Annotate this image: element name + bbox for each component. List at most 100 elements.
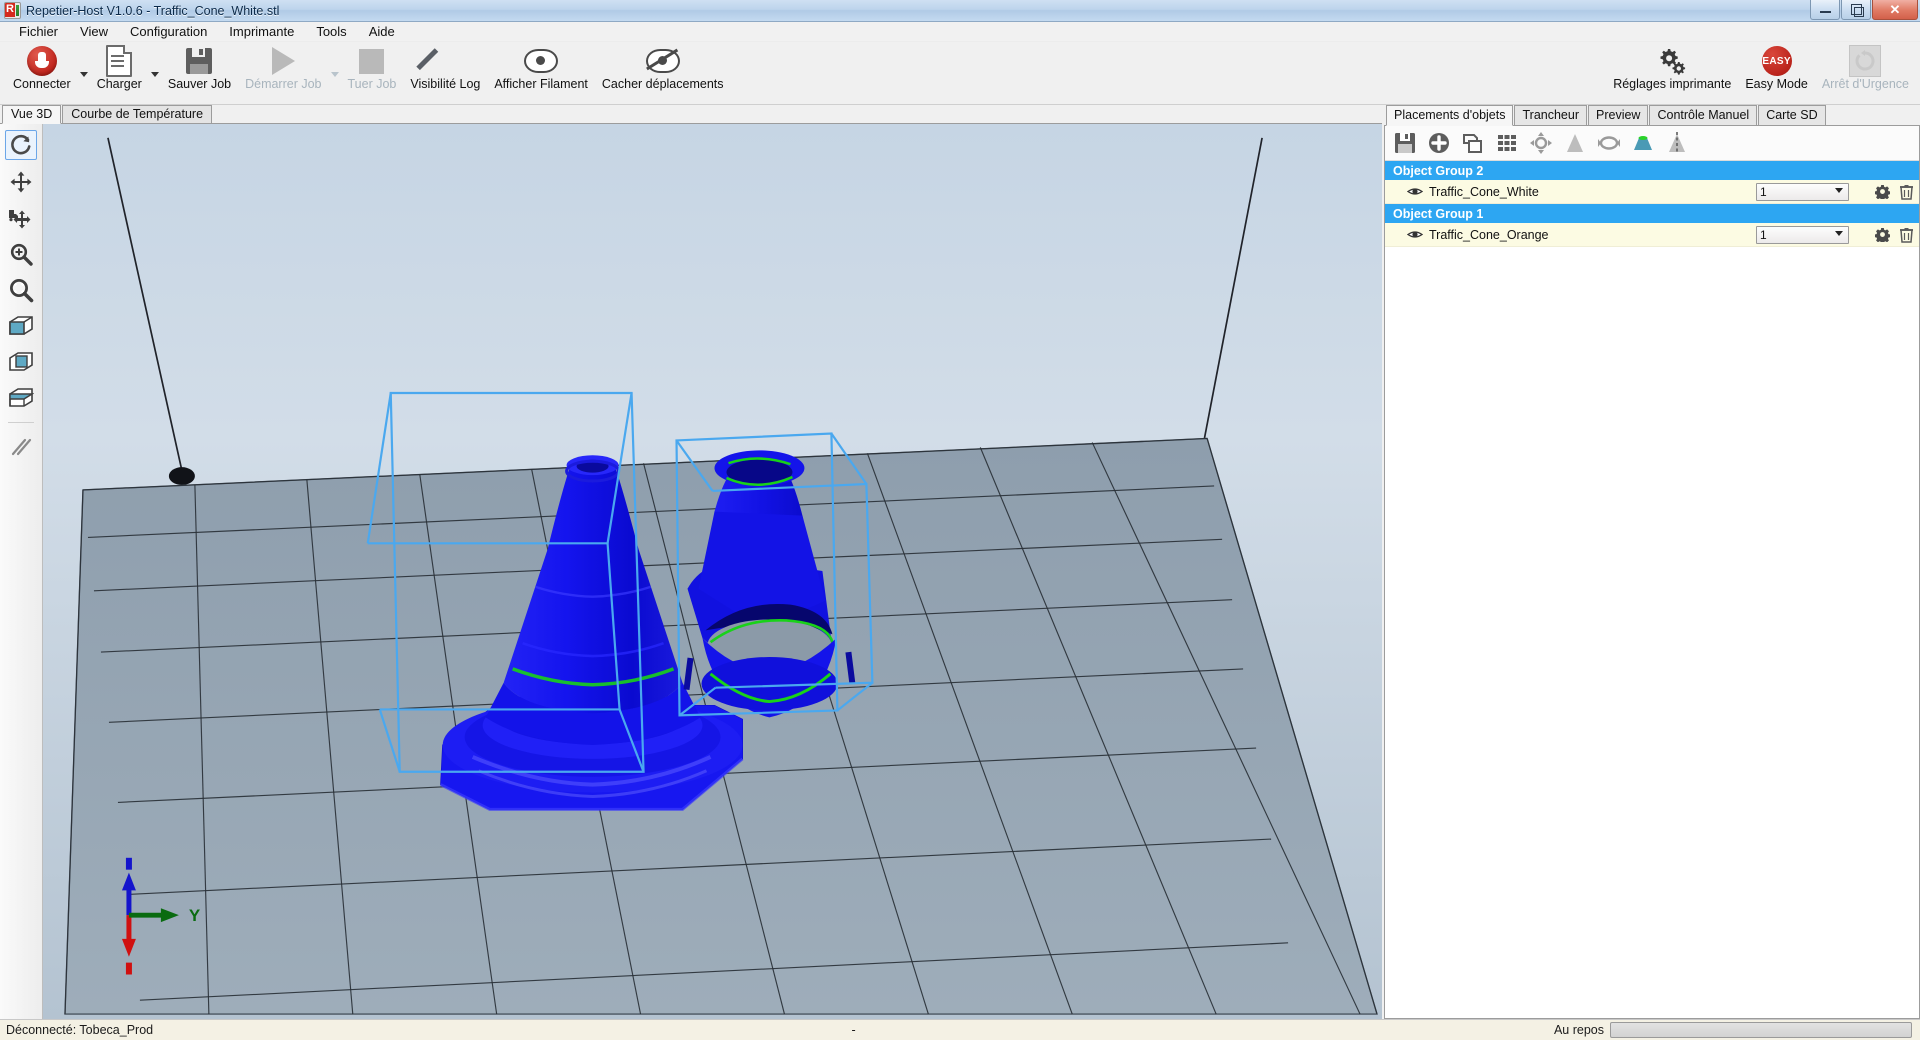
- printer-settings-button[interactable]: Réglages imprimante: [1606, 42, 1738, 91]
- menu-configuration[interactable]: Configuration: [119, 23, 218, 40]
- tab-trancheur[interactable]: Trancheur: [1514, 105, 1587, 125]
- autoposition-grid-icon[interactable]: [1493, 130, 1521, 156]
- object-name: Traffic_Cone_White: [1429, 185, 1756, 199]
- right-panel-tabs: Placements d'objets Trancheur Preview Co…: [1384, 105, 1920, 125]
- easy-mode-label: Easy Mode: [1745, 78, 1808, 91]
- object-count-value: 1: [1760, 185, 1767, 199]
- object-list: Object Group 2 Traffic_Cone_White 1: [1385, 160, 1919, 1018]
- hide-travel-button[interactable]: Cacher déplacements: [595, 42, 731, 91]
- emergency-stop-button[interactable]: Arrêt d'Urgence: [1815, 42, 1916, 91]
- scene-3d: Y: [43, 124, 1382, 1019]
- title-bar: Repetier-Host V1.0.6 - Traffic_Cone_Whit…: [0, 0, 1920, 22]
- easy-mode-button[interactable]: EASY Easy Mode: [1738, 42, 1815, 91]
- mirror-object-icon[interactable]: [1663, 130, 1691, 156]
- drop-object-icon[interactable]: [1629, 130, 1657, 156]
- copy-object-icon[interactable]: [1459, 130, 1487, 156]
- toolbar-right-group: Réglages imprimante EASY Easy Mode Arrêt…: [1606, 42, 1916, 91]
- window-controls: ✕: [1810, 0, 1918, 20]
- close-button[interactable]: ✕: [1872, 0, 1918, 20]
- view-mode-face-tool[interactable]: [6, 348, 36, 376]
- zoom-tool[interactable]: [6, 240, 36, 268]
- viewport-column: Vue 3D Courbe de Température: [0, 105, 1382, 1019]
- object-list-item[interactable]: Traffic_Cone_White 1: [1385, 180, 1919, 204]
- menu-aide[interactable]: Aide: [358, 23, 406, 40]
- start-job-button[interactable]: Démarrer Job: [238, 42, 328, 91]
- printer-state-label: Au repos: [1554, 1023, 1604, 1037]
- connect-label: Connecter: [13, 78, 71, 91]
- hide-travel-label: Cacher déplacements: [602, 78, 724, 91]
- emergency-stop-icon: [1849, 45, 1881, 77]
- start-job-dropdown-arrow[interactable]: [329, 42, 341, 83]
- move-view-tool[interactable]: [6, 204, 36, 232]
- object-group-header[interactable]: Object Group 1: [1385, 204, 1919, 223]
- center-object-icon[interactable]: [1527, 130, 1555, 156]
- eye-slash-icon: [646, 49, 680, 73]
- object-settings-gear-icon[interactable]: [1871, 227, 1893, 242]
- rotate-view-tool[interactable]: [5, 130, 37, 160]
- easy-badge-icon: EASY: [1762, 46, 1792, 76]
- visibility-eye-icon[interactable]: [1407, 186, 1423, 197]
- right-panel: Placements d'objets Trancheur Preview Co…: [1382, 105, 1920, 1019]
- save-job-button[interactable]: Sauver Job: [161, 42, 238, 91]
- save-job-label: Sauver Job: [168, 78, 231, 91]
- scale-object-icon[interactable]: [1561, 130, 1589, 156]
- object-delete-trash-icon[interactable]: [1893, 227, 1919, 243]
- chevron-down-icon: [1832, 185, 1846, 197]
- load-button[interactable]: Charger: [90, 42, 149, 91]
- repetier-host-window: Repetier-Host V1.0.6 - Traffic_Cone_Whit…: [0, 0, 1920, 1040]
- menu-view[interactable]: View: [69, 23, 119, 40]
- menu-tools[interactable]: Tools: [305, 23, 357, 40]
- rotate-object-icon[interactable]: [1595, 130, 1623, 156]
- move-object-tool[interactable]: [6, 168, 36, 196]
- object-count-dropdown[interactable]: 1: [1756, 226, 1849, 244]
- app-icon: [4, 2, 21, 19]
- menu-fichier[interactable]: Fichier: [8, 23, 69, 40]
- log-visibility-label: Visibilité Log: [410, 78, 480, 91]
- floppy-disk-icon: [186, 48, 212, 74]
- tab-vue-3d[interactable]: Vue 3D: [2, 105, 61, 124]
- minimize-button[interactable]: [1810, 0, 1840, 20]
- add-object-icon[interactable]: [1425, 130, 1453, 156]
- visibility-eye-icon[interactable]: [1407, 229, 1423, 240]
- tab-courbe-temperature[interactable]: Courbe de Température: [62, 105, 212, 123]
- start-job-label: Démarrer Job: [245, 78, 321, 91]
- main-body: Vue 3D Courbe de Température: [0, 105, 1920, 1019]
- object-count-dropdown[interactable]: 1: [1756, 183, 1849, 201]
- view-mode-wireframe-tool[interactable]: [6, 384, 36, 412]
- tab-carte-sd[interactable]: Carte SD: [1758, 105, 1825, 125]
- log-visibility-button[interactable]: Visibilité Log: [403, 42, 487, 91]
- load-dropdown-arrow[interactable]: [149, 42, 161, 83]
- connect-button[interactable]: Connecter: [6, 42, 78, 91]
- document-icon: [106, 45, 132, 77]
- emergency-stop-label: Arrêt d'Urgence: [1822, 78, 1909, 91]
- zoom-to-fit-tool[interactable]: [6, 276, 36, 304]
- parallel-lines-tool[interactable]: [6, 433, 36, 461]
- kill-job-button[interactable]: Tuer Job: [341, 42, 404, 91]
- object-list-item[interactable]: Traffic_Cone_Orange 1: [1385, 223, 1919, 247]
- menu-bar: Fichier View Configuration Imprimante To…: [0, 22, 1920, 42]
- show-filament-button[interactable]: Afficher Filament: [487, 42, 595, 91]
- object-delete-trash-icon[interactable]: [1893, 184, 1919, 200]
- connect-dropdown-arrow[interactable]: [78, 42, 90, 83]
- object-placement-toolbar: [1385, 126, 1919, 160]
- status-middle-text: -: [153, 1023, 1554, 1037]
- tab-controle-manuel[interactable]: Contrôle Manuel: [1649, 105, 1757, 125]
- maximize-button[interactable]: [1841, 0, 1871, 20]
- play-icon: [272, 47, 295, 75]
- object-name: Traffic_Cone_Orange: [1429, 228, 1756, 242]
- gears-icon: [1657, 47, 1687, 75]
- view-mode-solid-tool[interactable]: [6, 312, 36, 340]
- viewport-3d-canvas[interactable]: Y: [43, 124, 1382, 1019]
- printer-settings-label: Réglages imprimante: [1613, 78, 1731, 91]
- tab-placements-objets[interactable]: Placements d'objets: [1386, 105, 1513, 126]
- kill-job-label: Tuer Job: [348, 78, 397, 91]
- status-bar: Déconnecté: Tobeca_Prod - Au repos: [0, 1019, 1920, 1040]
- tab-preview[interactable]: Preview: [1588, 105, 1648, 125]
- menu-imprimante[interactable]: Imprimante: [218, 23, 305, 40]
- save-objects-icon[interactable]: [1391, 130, 1419, 156]
- object-group-header[interactable]: Object Group 2: [1385, 161, 1919, 180]
- viewport-wrapper: Y: [0, 123, 1382, 1019]
- show-filament-label: Afficher Filament: [494, 78, 588, 91]
- pencil-icon: [431, 47, 459, 75]
- object-settings-gear-icon[interactable]: [1871, 184, 1893, 199]
